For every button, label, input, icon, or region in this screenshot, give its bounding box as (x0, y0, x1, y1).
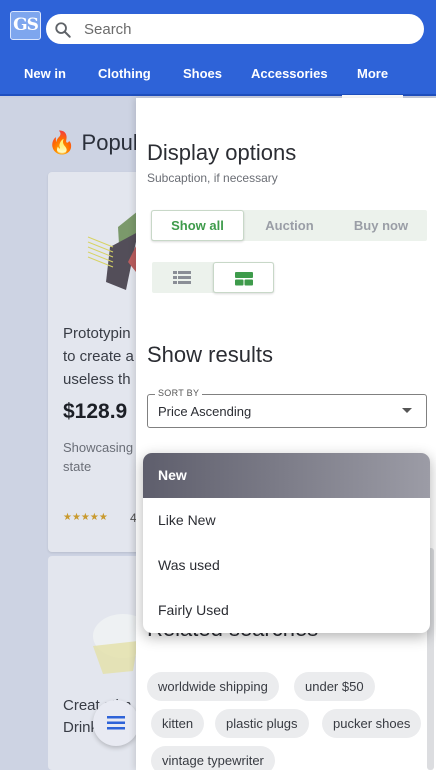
logo[interactable]: GS (10, 11, 41, 40)
related-chip[interactable]: under $50 (294, 672, 375, 701)
menu-item-was-used[interactable]: Was used (143, 543, 430, 588)
filter-tab-show-all[interactable]: Show all (151, 210, 244, 241)
nav-tab-more[interactable]: More (357, 66, 388, 81)
condition-menu: New Like New Was used Fairly Used (143, 453, 430, 633)
product-description: Showcasing state (63, 440, 134, 474)
menu-item-like-new[interactable]: Like New (143, 498, 430, 543)
nav-tab-new-in[interactable]: New in (24, 66, 66, 81)
category-nav: New in Clothing Shoes Accessories More (0, 66, 436, 86)
search-bar[interactable] (46, 14, 424, 44)
related-chip[interactable]: plastic plugs (215, 709, 309, 738)
related-chip[interactable]: vintage typewriter (151, 746, 275, 770)
list-view-button[interactable] (152, 262, 213, 293)
sort-value[interactable]: Price Ascending (158, 404, 251, 419)
results-title: Show results (147, 342, 273, 367)
search-icon (55, 22, 71, 38)
fire-icon: 🔥 (48, 130, 76, 155)
menu-item-fairly-used[interactable]: Fairly Used (143, 588, 430, 633)
related-chip[interactable]: worldwide shipping (147, 672, 279, 701)
product-price: $128.9 (63, 400, 128, 423)
filter-tab-buy-now[interactable]: Buy now (335, 210, 427, 241)
list-view-icon (173, 271, 191, 284)
search-input[interactable] (84, 14, 404, 44)
menu-fab[interactable] (93, 700, 139, 746)
drawer-title: Display options (147, 140, 297, 165)
section-title: 🔥 Popul (48, 130, 138, 155)
related-chip[interactable]: pucker shoes (322, 709, 422, 738)
rating-stars: ★★★★★ (63, 512, 108, 523)
display-options-drawer (136, 98, 436, 770)
card-view-icon (235, 272, 253, 286)
nav-tab-shoes[interactable]: Shoes (183, 66, 222, 81)
sort-label: SORT BY (155, 388, 203, 398)
related-chip[interactable]: kitten (151, 709, 205, 738)
card-view-button[interactable] (213, 262, 274, 293)
filter-tab-auction[interactable]: Auction (244, 210, 335, 241)
top-app-bar: GS New in Clothing Shoes Accessories Mor… (0, 0, 436, 96)
nav-tab-clothing[interactable]: Clothing (98, 66, 151, 81)
menu-icon (107, 716, 125, 730)
nav-tab-accessories[interactable]: Accessories (251, 66, 328, 81)
product-title[interactable]: Prototypin to create a useless th (63, 322, 143, 391)
menu-item-new[interactable]: New (143, 453, 430, 498)
drawer-subcaption: Subcaption, if necessary (147, 171, 278, 185)
dropdown-arrow-icon[interactable] (402, 408, 412, 413)
